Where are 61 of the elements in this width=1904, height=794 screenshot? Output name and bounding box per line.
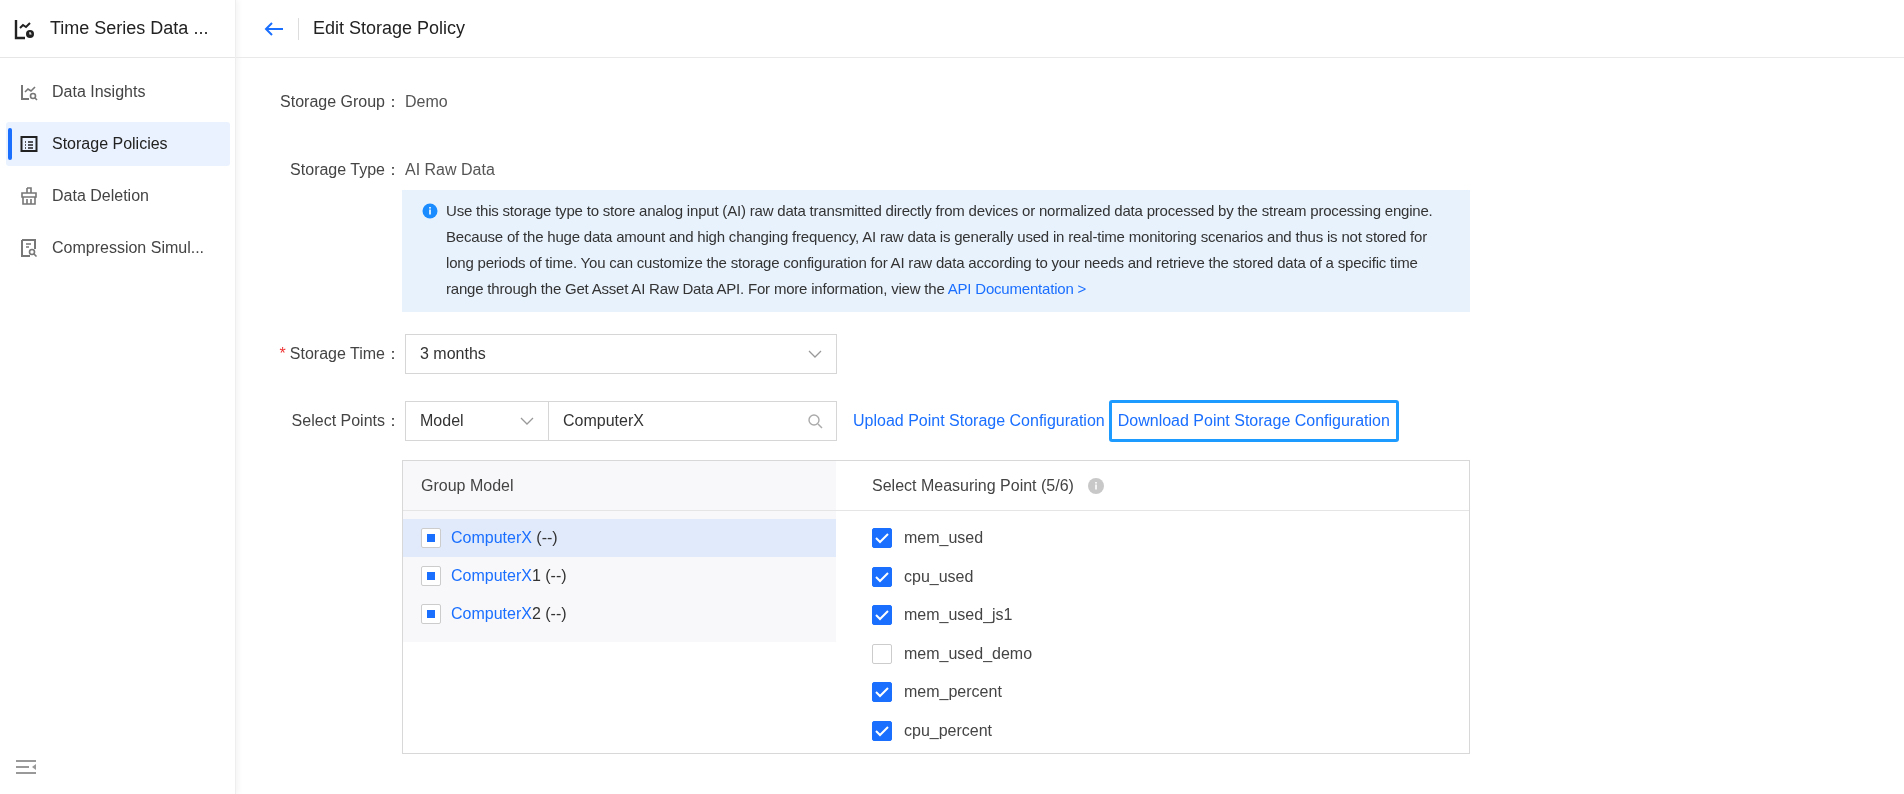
back-arrow-icon bbox=[264, 20, 284, 37]
search-icon bbox=[807, 413, 823, 429]
point-label: mem_used_js1 bbox=[904, 605, 1013, 626]
field-label: Storage Type： bbox=[289, 160, 401, 180]
column-title: Select Measuring Point (5/6) bbox=[872, 475, 1074, 496]
checkbox[interactable] bbox=[421, 566, 441, 586]
list-icon bbox=[20, 135, 38, 153]
field-value: Demo bbox=[405, 92, 448, 112]
documentation-link[interactable]: API Documentation > bbox=[947, 280, 1087, 297]
point-label: mem_percent bbox=[904, 682, 1002, 703]
model-row[interactable]: ComputerX2 (--) bbox=[403, 595, 836, 633]
upload-link[interactable]: Upload Point Storage Configuration bbox=[853, 409, 1105, 433]
model-row[interactable]: ComputerX (--) bbox=[403, 519, 836, 557]
check-icon bbox=[875, 686, 889, 699]
chart-magnifier-icon bbox=[20, 83, 38, 101]
checkbox[interactable] bbox=[872, 528, 892, 549]
model-row[interactable]: ComputerX1 (--) bbox=[403, 557, 836, 595]
info-text: Use this storage type to store analog input (AI) raw data transmitted directly from devices or normalized data processed by the stream processing engine. Because of the huge data amount and high changing frequency, AI raw data is generally used in real-time monitoring scenarios and thus is not stored for long periods of time. You can customize the storage configuration for AI raw data according to your needs and retrieve the stored data of a specific time range through the Get Asset AI Raw Data API. For more information, view the API Documentation > bbox=[446, 201, 1434, 299]
chevron-down-icon bbox=[808, 350, 822, 358]
brush-icon bbox=[20, 187, 38, 205]
page-title: Edit Storage Policy bbox=[313, 17, 466, 40]
back-button[interactable] bbox=[264, 20, 284, 37]
sidebar-item[interactable]: Storage Policies bbox=[6, 122, 230, 166]
required-mark: * bbox=[279, 344, 286, 364]
filter-select[interactable]: Model bbox=[405, 401, 549, 441]
info-icon bbox=[422, 203, 438, 219]
model-name: ComputerX (--) bbox=[451, 528, 558, 548]
checkbox[interactable] bbox=[872, 566, 892, 587]
chart-clock-icon bbox=[14, 17, 36, 40]
info-icon bbox=[1087, 477, 1104, 494]
checkbox[interactable] bbox=[421, 604, 441, 624]
field-label: Select Points： bbox=[290, 411, 401, 431]
checkbox[interactable] bbox=[872, 720, 892, 741]
sidebar-item[interactable]: Data Deletion bbox=[6, 174, 230, 218]
column-title: Group Model bbox=[421, 475, 514, 496]
model-name: ComputerX2 (--) bbox=[451, 604, 567, 624]
checkbox[interactable] bbox=[872, 643, 892, 664]
document-search-icon bbox=[20, 239, 38, 257]
storage-time-select[interactable]: 3 months bbox=[405, 334, 837, 374]
field-label: Storage Time： bbox=[289, 344, 401, 364]
checkbox[interactable] bbox=[421, 528, 441, 548]
checkbox[interactable] bbox=[872, 682, 892, 703]
field-label: Storage Group： bbox=[279, 92, 401, 112]
download-button[interactable]: Download Point Storage Configuration bbox=[1108, 400, 1399, 442]
point-label: mem_used_demo bbox=[904, 643, 1033, 664]
sidebar-item[interactable]: Compression Simul... bbox=[6, 226, 230, 270]
point-label: cpu_used bbox=[904, 566, 974, 587]
checkbox[interactable] bbox=[872, 605, 892, 626]
point-label: mem_used bbox=[904, 528, 984, 549]
chevron-down-icon bbox=[520, 417, 534, 425]
app-title: Time Series Data ... bbox=[50, 17, 209, 40]
check-icon bbox=[875, 724, 889, 737]
search-field[interactable]: ComputerX bbox=[549, 401, 837, 441]
check-icon bbox=[875, 532, 889, 545]
sidebar-item[interactable]: Data Insights bbox=[6, 70, 230, 114]
check-icon bbox=[875, 609, 889, 622]
check-icon bbox=[875, 570, 889, 583]
model-name: ComputerX1 (--) bbox=[451, 566, 567, 586]
field-value: AI Raw Data bbox=[405, 160, 495, 180]
collapse-menu-icon bbox=[16, 757, 36, 776]
point-label: cpu_percent bbox=[904, 720, 993, 741]
